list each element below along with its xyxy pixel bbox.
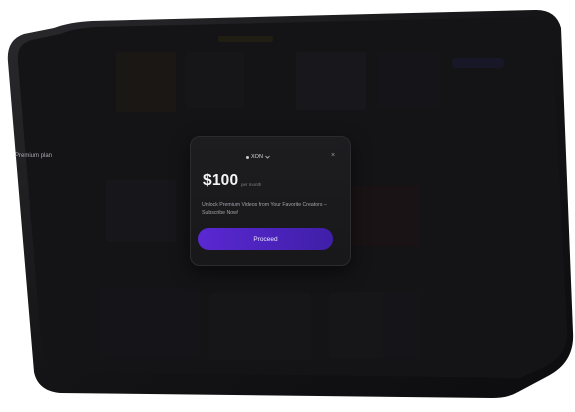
- chevron-down-icon: [265, 155, 270, 159]
- device-mockup: Premium plan XON × $100 per month Unlock…: [0, 0, 575, 412]
- price-amount: $100: [203, 172, 239, 189]
- plan-label: Premium plan: [15, 153, 53, 159]
- price-period: per month: [241, 182, 262, 187]
- close-icon[interactable]: ×: [328, 151, 338, 161]
- proceed-button[interactable]: Proceed: [198, 228, 333, 250]
- currency-dot-icon: [246, 155, 249, 159]
- currency-label: XON: [251, 154, 263, 160]
- proceed-button-label: Proceed: [253, 235, 278, 243]
- plan-description: Unlock Premium Videos from Your Favorite…: [202, 202, 327, 216]
- currency-selector[interactable]: XON: [246, 152, 270, 162]
